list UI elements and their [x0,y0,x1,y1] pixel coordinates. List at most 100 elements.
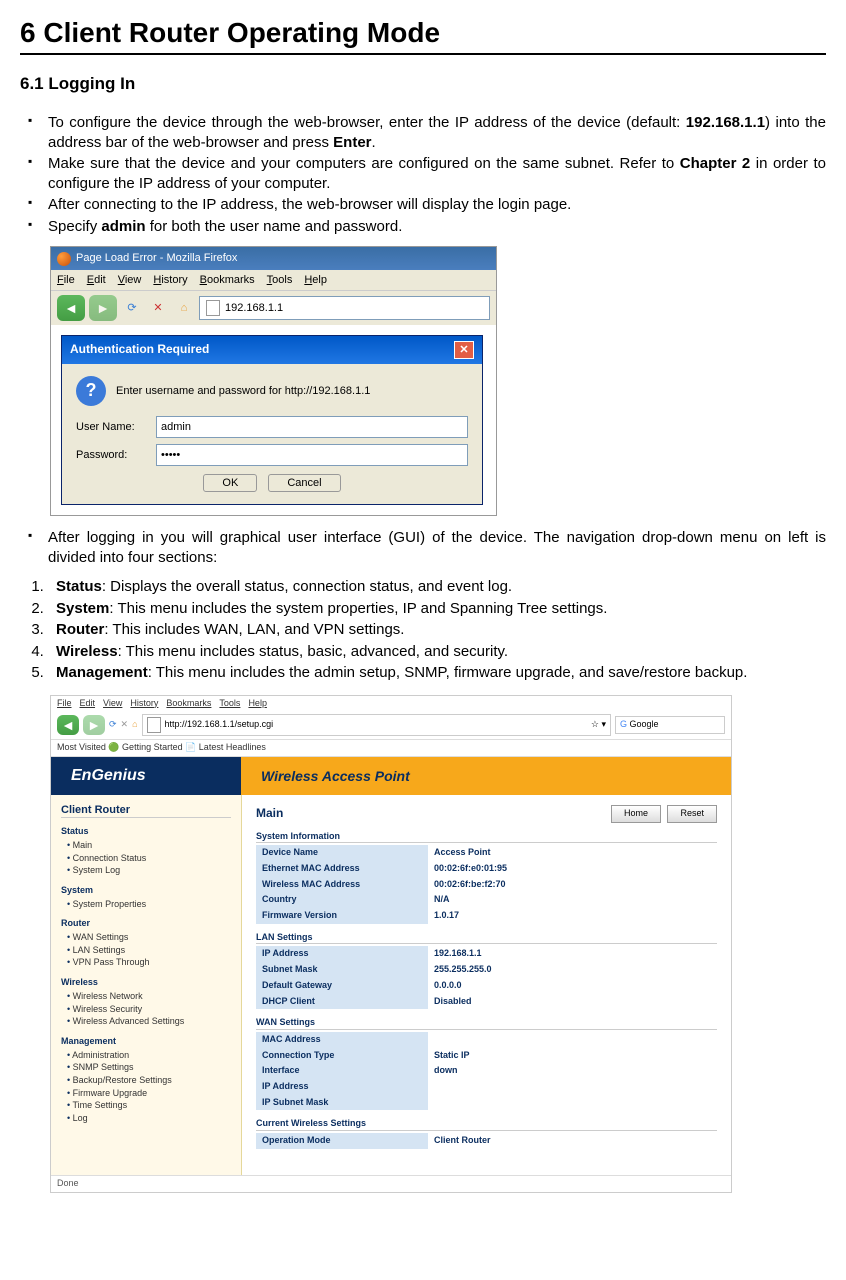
page-icon [206,300,220,316]
stop-icon[interactable]: ✕ [121,719,129,731]
forward-button[interactable]: ► [83,715,105,735]
menu-item[interactable]: Edit [80,698,96,708]
sidebar-item[interactable]: System Log [67,865,231,877]
question-icon: ? [76,376,106,406]
ok-button[interactable]: OK [203,474,257,492]
back-button[interactable]: ◄ [57,295,85,321]
url-bar[interactable]: 192.168.1.1 [199,296,490,320]
row-value: 255.255.255.0 [428,962,717,978]
numbered-item: Management: This menu includes the admin… [48,663,826,683]
sidebar: Client Router StatusMainConnection Statu… [51,795,242,1175]
password-input[interactable] [156,444,468,466]
menu-item[interactable]: Tools [267,273,293,287]
ff-title-text: Page Load Error - Mozilla Firefox [76,251,237,265]
chapter-title: 6 Client Router Operating Mode [20,15,826,55]
sidebar-item[interactable]: System Properties [67,899,231,911]
table-row: IP Address [256,1079,717,1095]
row-value: down [428,1063,717,1079]
firefox-icon [57,252,71,266]
menu-item[interactable]: View [103,698,122,708]
menu-item[interactable]: Bookmarks [200,273,255,287]
table-row: Firmware Version1.0.17 [256,908,717,924]
menu-item[interactable]: Edit [87,273,106,287]
sidebar-mode: Client Router [61,803,231,818]
row-value: 00:02:6f:e0:01:95 [428,861,717,877]
home-button[interactable]: Home [611,805,661,823]
row-label: Interface [256,1063,428,1079]
bookmarks-bar: Most Visited 🟢 Getting Started 📄 Latest … [51,740,731,757]
row-label: Connection Type [256,1048,428,1064]
url-bar[interactable]: http://192.168.1.1/setup.cgi ☆ ▾ [142,714,611,736]
sidebar-item[interactable]: VPN Pass Through [67,957,231,969]
engenius-window: FileEditViewHistoryBookmarksToolsHelp ◄ … [50,695,732,1193]
row-label: IP Address [256,1079,428,1095]
username-input[interactable] [156,416,468,438]
menu-item[interactable]: File [57,273,75,287]
search-box[interactable]: G Google [615,716,725,734]
cancel-button[interactable]: Cancel [268,474,340,492]
home-icon[interactable]: ⌂ [132,719,137,731]
page-title: Wireless Access Point [241,757,731,795]
sidebar-group: Management [61,1036,231,1048]
close-icon[interactable]: ✕ [454,341,474,359]
sidebar-item[interactable]: WAN Settings [67,932,231,944]
menu-item[interactable]: Help [248,698,267,708]
row-label: Firmware Version [256,908,428,924]
sidebar-item[interactable]: Wireless Security [67,1004,231,1016]
main-title: Main [256,806,283,822]
row-label: IP Address [256,946,428,962]
table-row: IP Subnet Mask [256,1095,717,1111]
url-text: 192.168.1.1 [225,301,283,315]
ff-menubar: File Edit View History Bookmarks Tools Help [51,270,496,291]
table-row: IP Address192.168.1.1 [256,946,717,962]
row-value: N/A [428,892,717,908]
eng-menubar: File Edit View History Bookmarks Tools Help [51,696,731,712]
reload-icon[interactable]: ⟳ [121,297,143,319]
sidebar-item[interactable]: SNMP Settings [67,1062,231,1074]
menu-item[interactable]: Tools [219,698,240,708]
bullet-item: Specify admin for both the user name and… [48,217,826,237]
sidebar-item[interactable]: Log [67,1113,231,1125]
sidebar-item[interactable]: Wireless Network [67,991,231,1003]
sidebar-item[interactable]: Wireless Advanced Settings [67,1016,231,1028]
section-header: System Information [256,831,717,844]
sidebar-item[interactable]: Connection Status [67,853,231,865]
menu-item[interactable]: File [57,698,72,708]
menu-item[interactable]: History [130,698,158,708]
menu-item[interactable]: History [153,273,187,287]
stop-icon[interactable]: ✕ [147,297,169,319]
menu-item[interactable]: View [118,273,142,287]
auth-title-text: Authentication Required [70,342,209,358]
menu-item[interactable]: Bookmarks [166,698,211,708]
back-button[interactable]: ◄ [57,715,79,735]
forward-button[interactable]: ► [89,295,117,321]
section-header: LAN Settings [256,932,717,945]
sidebar-item[interactable]: Administration [67,1050,231,1062]
auth-dialog: Authentication Required ✕ ? Enter userna… [61,335,483,505]
numbered-item: System: This menu includes the system pr… [48,599,826,619]
sidebar-item[interactable]: LAN Settings [67,945,231,957]
home-icon[interactable]: ⌂ [173,297,195,319]
row-value: 00:02:6f:be:f2:70 [428,877,717,893]
table-row: Interfacedown [256,1063,717,1079]
sidebar-item[interactable]: Main [67,840,231,852]
menu-item[interactable]: Help [304,273,327,287]
sidebar-item[interactable]: Time Settings [67,1100,231,1112]
sidebar-item[interactable]: Backup/Restore Settings [67,1075,231,1087]
password-label: Password: [76,448,156,462]
bullet-item: Make sure that the device and your compu… [48,154,826,193]
table-row: Operation ModeClient Router [256,1133,717,1149]
table-row: Connection TypeStatic IP [256,1048,717,1064]
row-value: Static IP [428,1048,717,1064]
reload-icon[interactable]: ⟳ [109,719,117,731]
firefox-window: Page Load Error - Mozilla Firefox File Ed… [50,246,497,516]
info-table: Operation ModeClient Router [256,1133,717,1149]
row-label: MAC Address [256,1032,428,1048]
sidebar-group: System [61,885,231,897]
section-header: WAN Settings [256,1017,717,1030]
reset-button[interactable]: Reset [667,805,717,823]
table-row: MAC Address [256,1032,717,1048]
sidebar-item[interactable]: Firmware Upgrade [67,1088,231,1100]
row-value: Client Router [428,1133,717,1149]
table-row: CountryN/A [256,892,717,908]
